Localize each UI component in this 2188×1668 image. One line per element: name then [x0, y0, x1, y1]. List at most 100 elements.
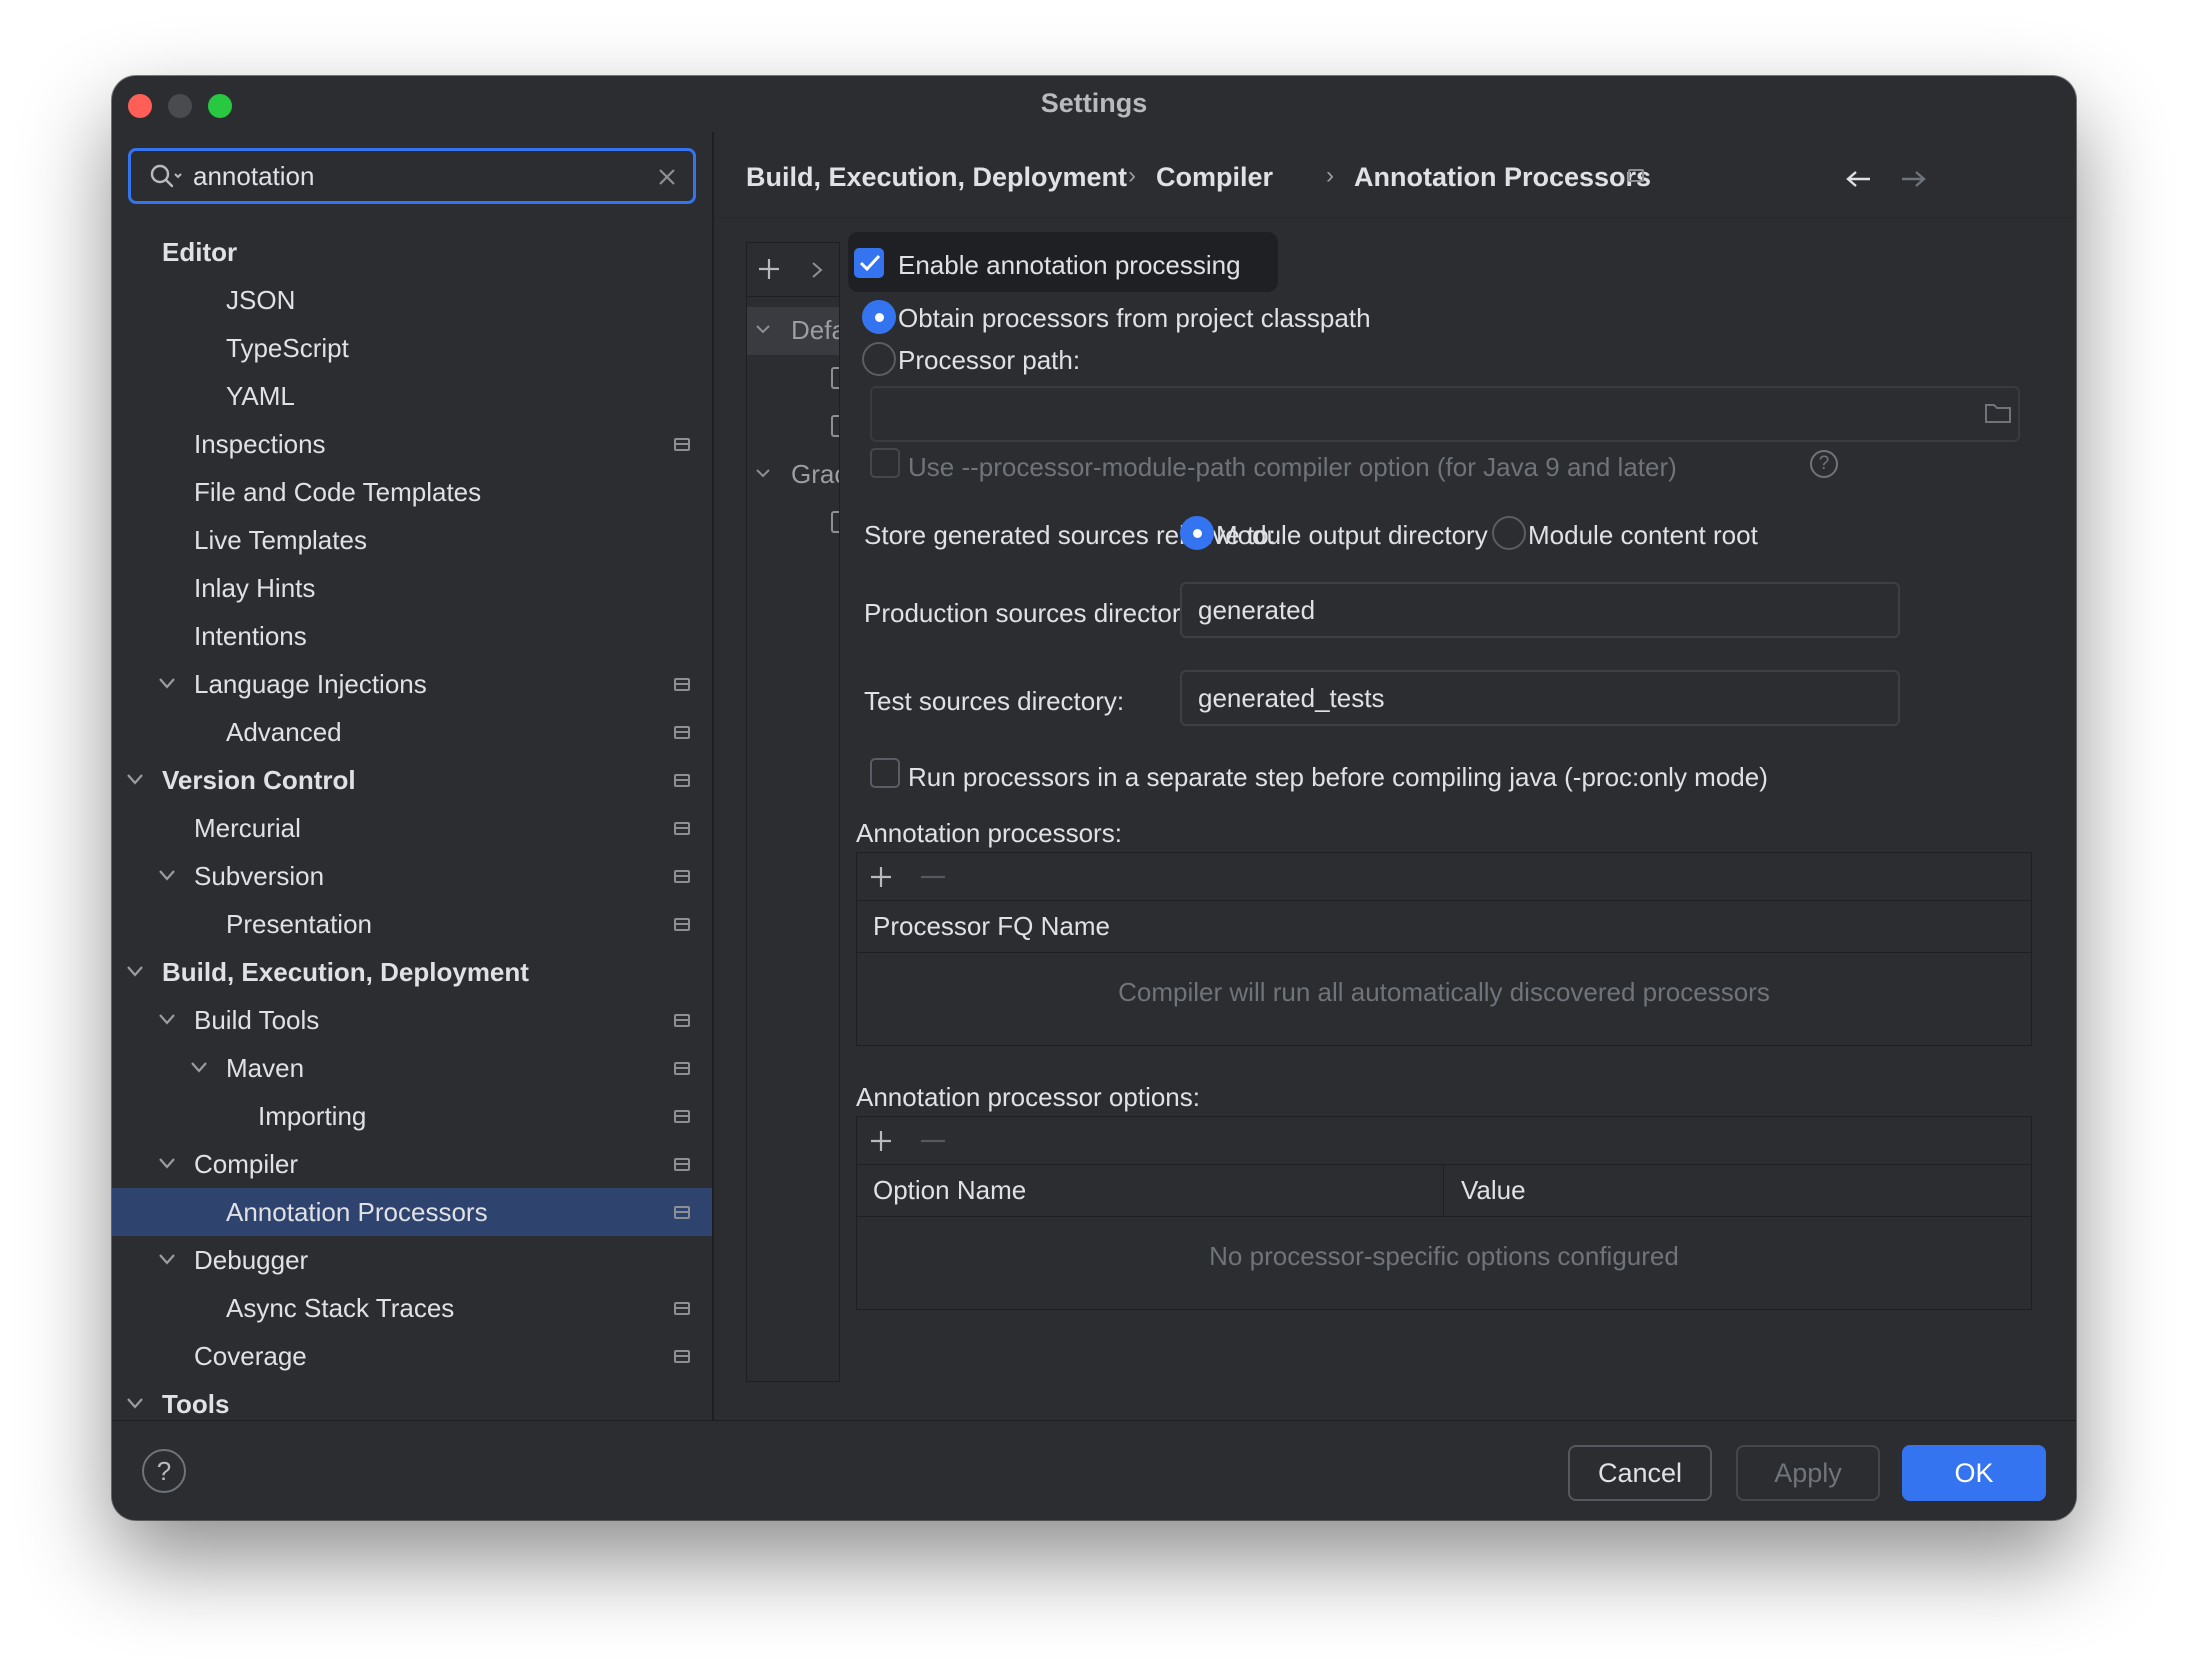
- project-level-icon: [674, 774, 690, 787]
- sidebar-item-async-stack-traces[interactable]: Async Stack Traces: [112, 1284, 712, 1332]
- chevron-down-icon[interactable]: [158, 1156, 176, 1170]
- sidebar-item-yaml[interactable]: YAML: [112, 372, 712, 420]
- breadcrumb-item[interactable]: Compiler: [1156, 162, 1273, 193]
- sidebar-item-label: Coverage: [194, 1341, 307, 1371]
- chevron-down-icon[interactable]: [126, 1396, 144, 1410]
- option-name-column[interactable]: Option Name: [873, 1175, 1026, 1206]
- settings-search-box[interactable]: [128, 148, 696, 204]
- chevron-down-icon[interactable]: [190, 1060, 208, 1074]
- back-arrow-icon[interactable]: [1846, 170, 1872, 188]
- profiles-toolbar: [747, 243, 839, 297]
- add-profile-icon[interactable]: [757, 257, 781, 281]
- chevron-down-icon[interactable]: [158, 868, 176, 882]
- dialog-footer: ? Cancel Apply OK: [112, 1420, 2076, 1520]
- help-circle-icon[interactable]: ?: [1810, 450, 1838, 478]
- chevron-down-icon[interactable]: [158, 1012, 176, 1026]
- sidebar-item-inspections[interactable]: Inspections: [112, 420, 712, 468]
- project-level-icon: [674, 1302, 690, 1315]
- processor-module-path-label[interactable]: Use --processor-module-path compiler opt…: [908, 452, 1677, 483]
- add-option-icon[interactable]: [869, 1129, 893, 1153]
- sidebar-item-inlay-hints[interactable]: Inlay Hints: [112, 564, 712, 612]
- processor-path-field[interactable]: [870, 386, 2020, 442]
- chevron-right-icon[interactable]: [811, 261, 823, 279]
- processor-path-label[interactable]: Processor path:: [898, 345, 1080, 376]
- breadcrumb-item[interactable]: Build, Execution, Deployment: [746, 162, 1127, 193]
- processor-path-radio[interactable]: [862, 342, 896, 376]
- sidebar-item-label: Subversion: [194, 861, 325, 891]
- chevron-down-icon[interactable]: [158, 1252, 176, 1266]
- obtain-from-classpath-label[interactable]: Obtain processors from project classpath: [898, 303, 1371, 334]
- profile-row-default[interactable]: Defa: [747, 307, 839, 355]
- add-processor-icon[interactable]: [869, 865, 893, 889]
- sidebar-item-version-control[interactable]: Version Control: [112, 756, 712, 804]
- chevron-down-icon[interactable]: [755, 467, 771, 479]
- sidebar-item-coverage[interactable]: Coverage: [112, 1332, 712, 1380]
- breadcrumb-item-current: Annotation Processors: [1354, 162, 1652, 192]
- obtain-from-classpath-radio[interactable]: [862, 300, 896, 334]
- annotation-processors-page: Defa Grac: [714, 218, 2076, 1420]
- sidebar-item-presentation[interactable]: Presentation: [112, 900, 712, 948]
- forward-arrow-icon[interactable]: [1900, 170, 1926, 188]
- project-level-icon: [674, 1062, 690, 1075]
- enable-annotation-processing-label[interactable]: Enable annotation processing: [898, 250, 1241, 281]
- sidebar-item-annotation-processors[interactable]: Annotation Processors: [112, 1188, 712, 1236]
- chevron-down-icon[interactable]: [755, 323, 771, 335]
- sidebar-item-importing[interactable]: Importing: [112, 1092, 712, 1140]
- sidebar-item-typescript[interactable]: TypeScript: [112, 324, 712, 372]
- production-sources-field[interactable]: generated: [1180, 582, 1900, 638]
- test-sources-field[interactable]: generated_tests: [1180, 670, 1900, 726]
- clear-search-icon[interactable]: [657, 167, 677, 187]
- project-level-icon: [674, 1350, 690, 1363]
- sidebar-item-subversion[interactable]: Subversion: [112, 852, 712, 900]
- search-input[interactable]: [193, 159, 633, 193]
- processor-module-path-checkbox[interactable]: [870, 448, 900, 478]
- run-separate-step-checkbox[interactable]: [870, 758, 900, 788]
- sidebar-item-debugger[interactable]: Debugger: [112, 1236, 712, 1284]
- sidebar-item-editor[interactable]: Editor: [112, 228, 712, 276]
- sidebar-item-build-tools[interactable]: Build Tools: [112, 996, 712, 1044]
- chevron-down-icon[interactable]: [126, 964, 144, 978]
- remove-processor-icon[interactable]: [921, 875, 945, 879]
- module-icon: [831, 367, 839, 389]
- profile-module-row[interactable]: [747, 499, 839, 547]
- sidebar-item-file-and-code-templates[interactable]: File and Code Templates: [112, 468, 712, 516]
- sidebar-item-intentions[interactable]: Intentions: [112, 612, 712, 660]
- module-content-root-radio[interactable]: [1492, 516, 1526, 550]
- apply-button[interactable]: Apply: [1736, 1445, 1880, 1501]
- module-output-directory-label[interactable]: Module output directory: [1216, 520, 1488, 551]
- enable-annotation-processing-checkbox[interactable]: [854, 248, 884, 278]
- sidebar-item-compiler[interactable]: Compiler: [112, 1140, 712, 1188]
- cancel-button[interactable]: Cancel: [1568, 1445, 1712, 1501]
- module-output-directory-radio[interactable]: [1180, 516, 1214, 550]
- sidebar-item-json[interactable]: JSON: [112, 276, 712, 324]
- profile-module-row[interactable]: [747, 355, 839, 403]
- project-level-icon: [674, 1110, 690, 1123]
- sidebar-item-mercurial[interactable]: Mercurial: [112, 804, 712, 852]
- value-column[interactable]: Value: [1461, 1175, 1526, 1206]
- sidebar-item-label: TypeScript: [226, 333, 349, 363]
- processor-fq-name-column[interactable]: Processor FQ Name: [873, 911, 1110, 942]
- project-level-icon: [674, 870, 690, 883]
- title-bar: Settings: [112, 76, 2076, 132]
- sidebar-item-label: Maven: [226, 1053, 305, 1083]
- profile-row-gradle[interactable]: Grac: [747, 451, 839, 499]
- chevron-down-icon[interactable]: [126, 772, 144, 786]
- settings-sidebar: Editor JSON TypeScript YAML Inspections File …: [112, 132, 712, 1420]
- annotation-processors-table: Processor FQ Name Compiler will run all …: [856, 852, 2032, 1046]
- sidebar-item-language-injections[interactable]: Language Injections: [112, 660, 712, 708]
- help-button[interactable]: ?: [142, 1449, 186, 1493]
- folder-icon[interactable]: [1984, 402, 2012, 424]
- run-separate-step-label[interactable]: Run processors in a separate step before…: [908, 762, 1768, 793]
- module-content-root-label[interactable]: Module content root: [1528, 520, 1758, 551]
- ok-button[interactable]: OK: [1902, 1445, 2046, 1501]
- project-level-icon: [674, 918, 690, 931]
- chevron-down-icon[interactable]: [158, 676, 176, 690]
- settings-content: Build, Execution, Deployment › Compiler …: [714, 132, 2076, 1420]
- sidebar-item-maven[interactable]: Maven: [112, 1044, 712, 1092]
- sidebar-item-build-execution-deployment[interactable]: Build, Execution, Deployment: [112, 948, 712, 996]
- sidebar-item-live-templates[interactable]: Live Templates: [112, 516, 712, 564]
- remove-option-icon[interactable]: [921, 1139, 945, 1143]
- project-level-icon: [674, 726, 690, 739]
- sidebar-item-advanced[interactable]: Advanced: [112, 708, 712, 756]
- profile-module-row[interactable]: [747, 403, 839, 451]
